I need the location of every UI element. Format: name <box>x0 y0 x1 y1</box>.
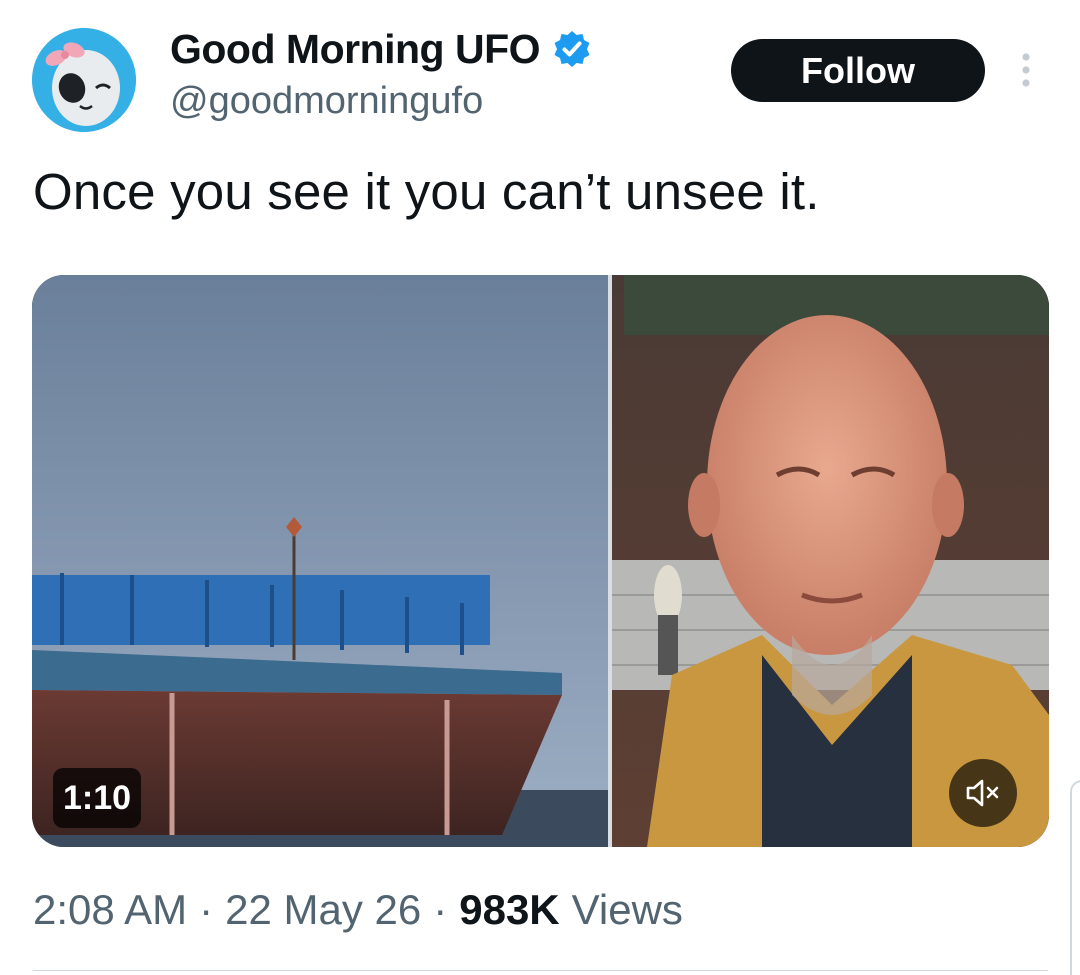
tweet-meta: 2:08 AM · 22 May 26 · 983K Views <box>33 886 683 934</box>
video-thumbnail <box>32 275 1049 847</box>
tweet-text: Once you see it you can’t unsee it. <box>33 163 820 220</box>
author-name-row[interactable]: Good Morning UFO <box>170 24 592 74</box>
video-duration-badge: 1:10 <box>53 768 141 828</box>
views-label: Views <box>571 886 683 933</box>
more-vertical-icon <box>1022 53 1030 87</box>
follow-button[interactable]: Follow <box>731 39 985 102</box>
meta-separator: · <box>199 886 214 933</box>
author-display-name[interactable]: Good Morning UFO <box>170 26 541 73</box>
tweet-date[interactable]: 22 May 26 <box>225 886 421 934</box>
mute-toggle-button[interactable] <box>949 759 1017 827</box>
alien-avatar-icon <box>32 28 136 132</box>
author-avatar[interactable] <box>32 28 136 132</box>
volume-muted-icon <box>966 779 999 807</box>
meta-separator: · <box>433 886 448 933</box>
views-count: 983K <box>459 886 560 933</box>
more-options-button[interactable] <box>1008 48 1044 92</box>
tweet-time[interactable]: 2:08 AM <box>33 886 187 934</box>
verified-badge-icon[interactable] <box>552 29 592 69</box>
author-handle[interactable]: @goodmorningufo <box>170 80 483 123</box>
divider <box>33 970 1048 971</box>
video-player[interactable] <box>32 275 1049 847</box>
edge-overlay <box>1070 780 1080 975</box>
